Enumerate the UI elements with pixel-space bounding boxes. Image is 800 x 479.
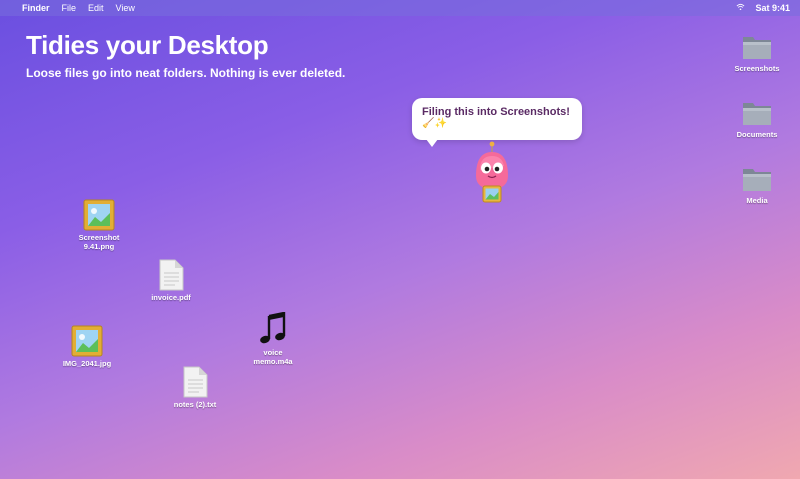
folder-media[interactable]: Media [717,164,797,206]
clock[interactable]: Sat 9:41 [755,3,790,13]
folder-icon [743,169,771,191]
file-label: notes (2).txt [173,400,217,409]
menu-bar: Finder File Edit View Sat 9:41 [0,0,800,16]
page-title: Tidies your Desktop [26,30,269,60]
folder-label: Media [746,196,768,205]
file-invoice-pdf[interactable]: invoice.pdf [131,259,211,303]
file-screenshot-png[interactable]: Screenshot 9.41.png [59,199,139,252]
image-file-icon [83,199,115,231]
file-label-line2: 9.41.png [83,242,115,251]
folder-icon [743,37,771,59]
bubble-text: Filing this into Screenshots! [422,106,570,118]
file-notes-txt[interactable]: notes (2).txt [155,366,235,410]
menu-edit[interactable]: Edit [88,3,104,13]
music-note-icon [260,312,286,344]
image-file-icon [71,325,103,357]
document-icon [159,259,184,291]
folder-label: Screenshots [734,64,780,73]
folder-icon [743,103,771,125]
document-icon [183,366,208,398]
menu-view[interactable]: View [116,3,135,13]
speech-bubble: Filing this into Screenshots! 🧹✨ [412,98,582,147]
file-label: invoice.pdf [151,293,191,302]
mascot-icon [476,141,508,203]
wifi-icon[interactable] [736,3,745,13]
file-voice-memo-m4a[interactable]: voice memo.m4a [233,312,313,367]
page-subtitle: Loose files go into neat folders. Nothin… [26,66,346,80]
mascot-character[interactable] [470,140,514,210]
folder-screenshots[interactable]: Screenshots [717,32,797,74]
bubble-tail [426,139,438,147]
menu-file[interactable]: File [62,3,77,13]
folder-label: Documents [736,130,778,139]
bubble-emoji: 🧹✨ [422,118,447,129]
file-label-line2: memo.m4a [253,357,293,366]
file-label: IMG_2041.jpg [62,359,112,368]
menu-app-finder[interactable]: Finder [22,3,50,13]
file-img-2041-jpg[interactable]: IMG_2041.jpg [47,325,127,369]
folder-documents[interactable]: Documents [717,98,797,140]
